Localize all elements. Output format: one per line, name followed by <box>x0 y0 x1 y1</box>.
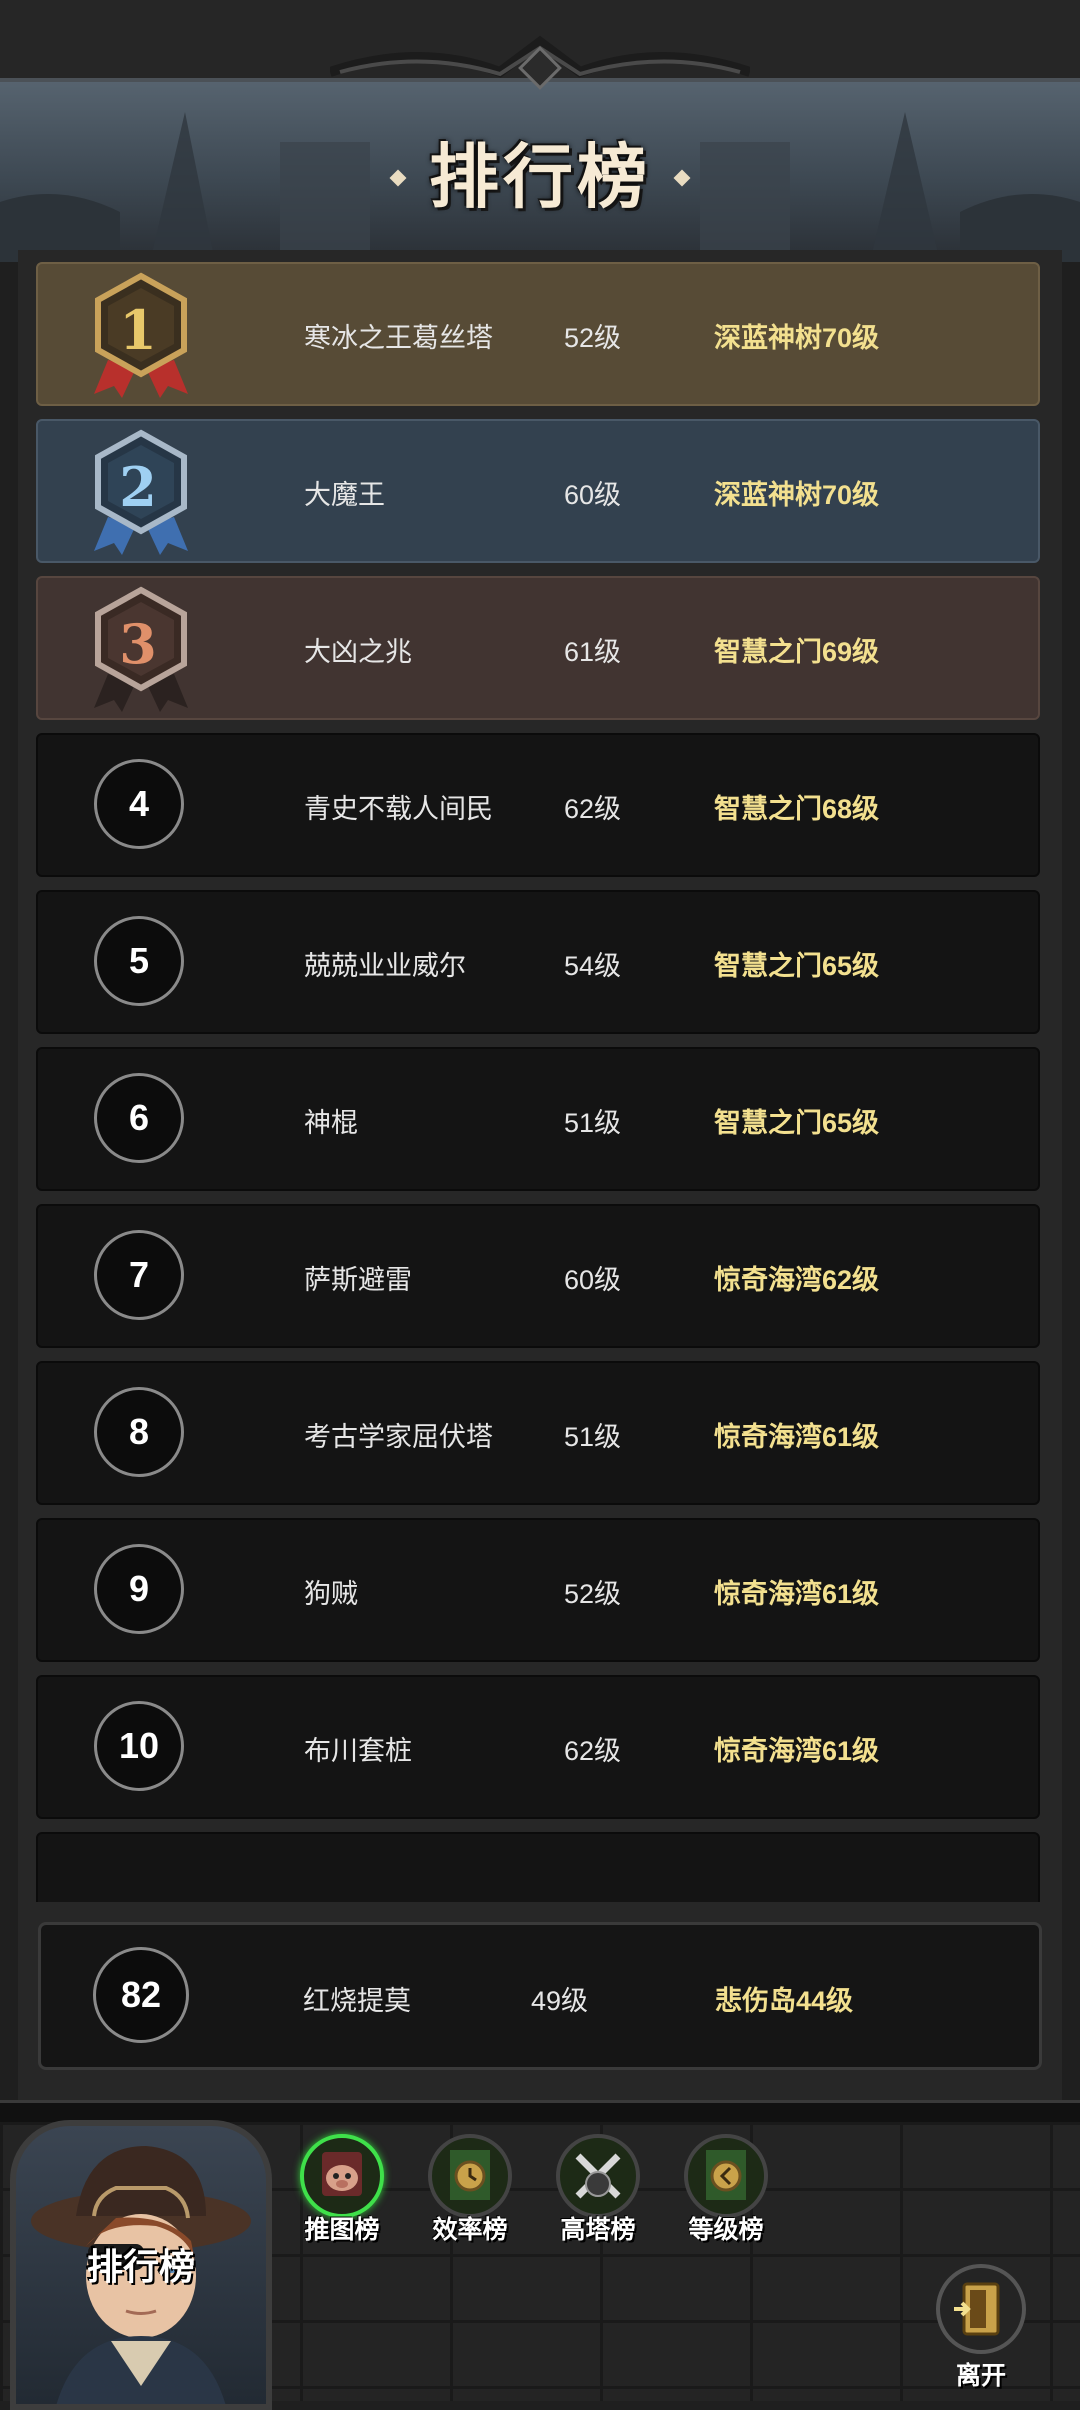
player-level: 60级 <box>564 480 622 510</box>
exit-label: 离开 <box>955 2362 1006 2390</box>
tab-level[interactable]: 等级榜 <box>670 2130 780 2250</box>
rank-number: 6 <box>94 1073 184 1163</box>
rank-number: 7 <box>94 1230 184 1320</box>
ranking-list[interactable]: 1 寒冰之王葛丝塔 52级 深蓝神树70级 2 大魔王 60级 深蓝神树70级 … <box>36 262 1042 1902</box>
player-name: 神棍 <box>304 1108 358 1138</box>
progress-zone: 深蓝神树70级 <box>714 323 880 353</box>
header-ornament <box>330 35 750 90</box>
rank-number: 8 <box>94 1387 184 1477</box>
player-name: 狗贼 <box>304 1579 358 1609</box>
table-row[interactable]: 10 布川套桩 62级 惊奇海湾61级 <box>36 1675 1040 1819</box>
player-name: 青史不载人间民 <box>304 794 493 824</box>
clock-banner-icon <box>428 2134 512 2218</box>
rank-number: 4 <box>94 759 184 849</box>
player-name: 大魔王 <box>304 480 385 510</box>
table-row[interactable]: 3 大凶之兆 61级 智慧之门69级 <box>36 576 1040 720</box>
player-level: 61级 <box>564 637 622 667</box>
player-level: 62级 <box>564 1736 622 1766</box>
tab-label: 效率榜 <box>432 2216 508 2244</box>
player-level: 62级 <box>564 794 622 824</box>
progress-zone: 智慧之门65级 <box>714 1108 880 1138</box>
player-level: 51级 <box>564 1422 622 1452</box>
table-row[interactable]: 8 考古学家屈伏塔 51级 惊奇海湾61级 <box>36 1361 1040 1505</box>
tab-label: 等级榜 <box>688 2216 764 2244</box>
progress-zone: 智慧之门69级 <box>714 637 880 667</box>
player-name: 萨斯避雷 <box>304 1265 412 1295</box>
pig-map-icon <box>300 2134 384 2218</box>
player-name: 考古学家屈伏塔 <box>304 1422 493 1452</box>
table-row[interactable]: 6 神棍 51级 智慧之门65级 <box>36 1047 1040 1191</box>
table-row[interactable]: 1 寒冰之王葛丝塔 52级 深蓝神树70级 <box>36 262 1040 406</box>
level-banner-icon <box>684 2134 768 2218</box>
progress-zone: 深蓝神树70级 <box>714 480 880 510</box>
player-level: 51级 <box>564 1108 622 1138</box>
my-rank-row[interactable]: 82 红烧提莫 49级 悲伤岛44级 <box>38 1922 1042 2070</box>
player-name: 兢兢业业威尔 <box>304 951 466 981</box>
table-row[interactable]: 2 大魔王 60级 深蓝神树70级 <box>36 419 1040 563</box>
crossed-swords-icon <box>556 2134 640 2218</box>
player-level: 52级 <box>564 323 622 353</box>
table-row[interactable]: 5 兢兢业业威尔 54级 智慧之门65级 <box>36 890 1040 1034</box>
rank-number: 2 <box>119 455 157 519</box>
player-level: 52级 <box>564 1579 622 1609</box>
progress-zone: 智慧之门65级 <box>714 951 880 981</box>
tab-push-map[interactable]: 推图榜 <box>286 2130 396 2250</box>
exit-door-icon <box>936 2264 1026 2354</box>
my-player-level: 49级 <box>531 1986 589 2016</box>
player-name: 大凶之兆 <box>304 637 412 667</box>
progress-zone: 惊奇海湾61级 <box>714 1422 880 1452</box>
table-row[interactable]: 9 狗贼 52级 惊奇海湾61级 <box>36 1518 1040 1662</box>
progress-zone: 惊奇海湾62级 <box>714 1265 880 1295</box>
rank-number: 9 <box>94 1544 184 1634</box>
tab-efficiency[interactable]: 效率榜 <box>414 2130 524 2250</box>
player-name: 寒冰之王葛丝塔 <box>304 323 493 353</box>
my-player-name: 红烧提莫 <box>303 1986 411 2016</box>
rank-number: 10 <box>94 1701 184 1791</box>
player-name: 布川套桩 <box>304 1736 412 1766</box>
rank-number: 5 <box>94 916 184 1006</box>
table-row[interactable]: 7 萨斯避雷 60级 惊奇海湾62级 <box>36 1204 1040 1348</box>
tab-label: 高塔榜 <box>560 2216 636 2244</box>
progress-zone: 智慧之门68级 <box>714 794 880 824</box>
rank-number: 1 <box>119 298 157 362</box>
table-row[interactable]: 4 青史不载人间民 62级 智慧之门68级 <box>36 733 1040 877</box>
tab-label: 推图榜 <box>304 2216 380 2244</box>
table-row-partial[interactable] <box>36 1832 1040 1902</box>
tab-tower[interactable]: 高塔榜 <box>542 2130 652 2250</box>
player-level: 60级 <box>564 1265 622 1295</box>
portrait-label: 排行榜 <box>86 2246 195 2287</box>
progress-zone: 惊奇海湾61级 <box>714 1579 880 1609</box>
my-rank-number: 82 <box>93 1947 189 2043</box>
my-progress-zone: 悲伤岛44级 <box>715 1986 854 2016</box>
exit-button[interactable]: 离开 <box>926 2264 1036 2394</box>
player-level: 54级 <box>564 951 622 981</box>
rank-number: 3 <box>119 612 157 676</box>
progress-zone: 惊奇海湾61级 <box>714 1736 880 1766</box>
